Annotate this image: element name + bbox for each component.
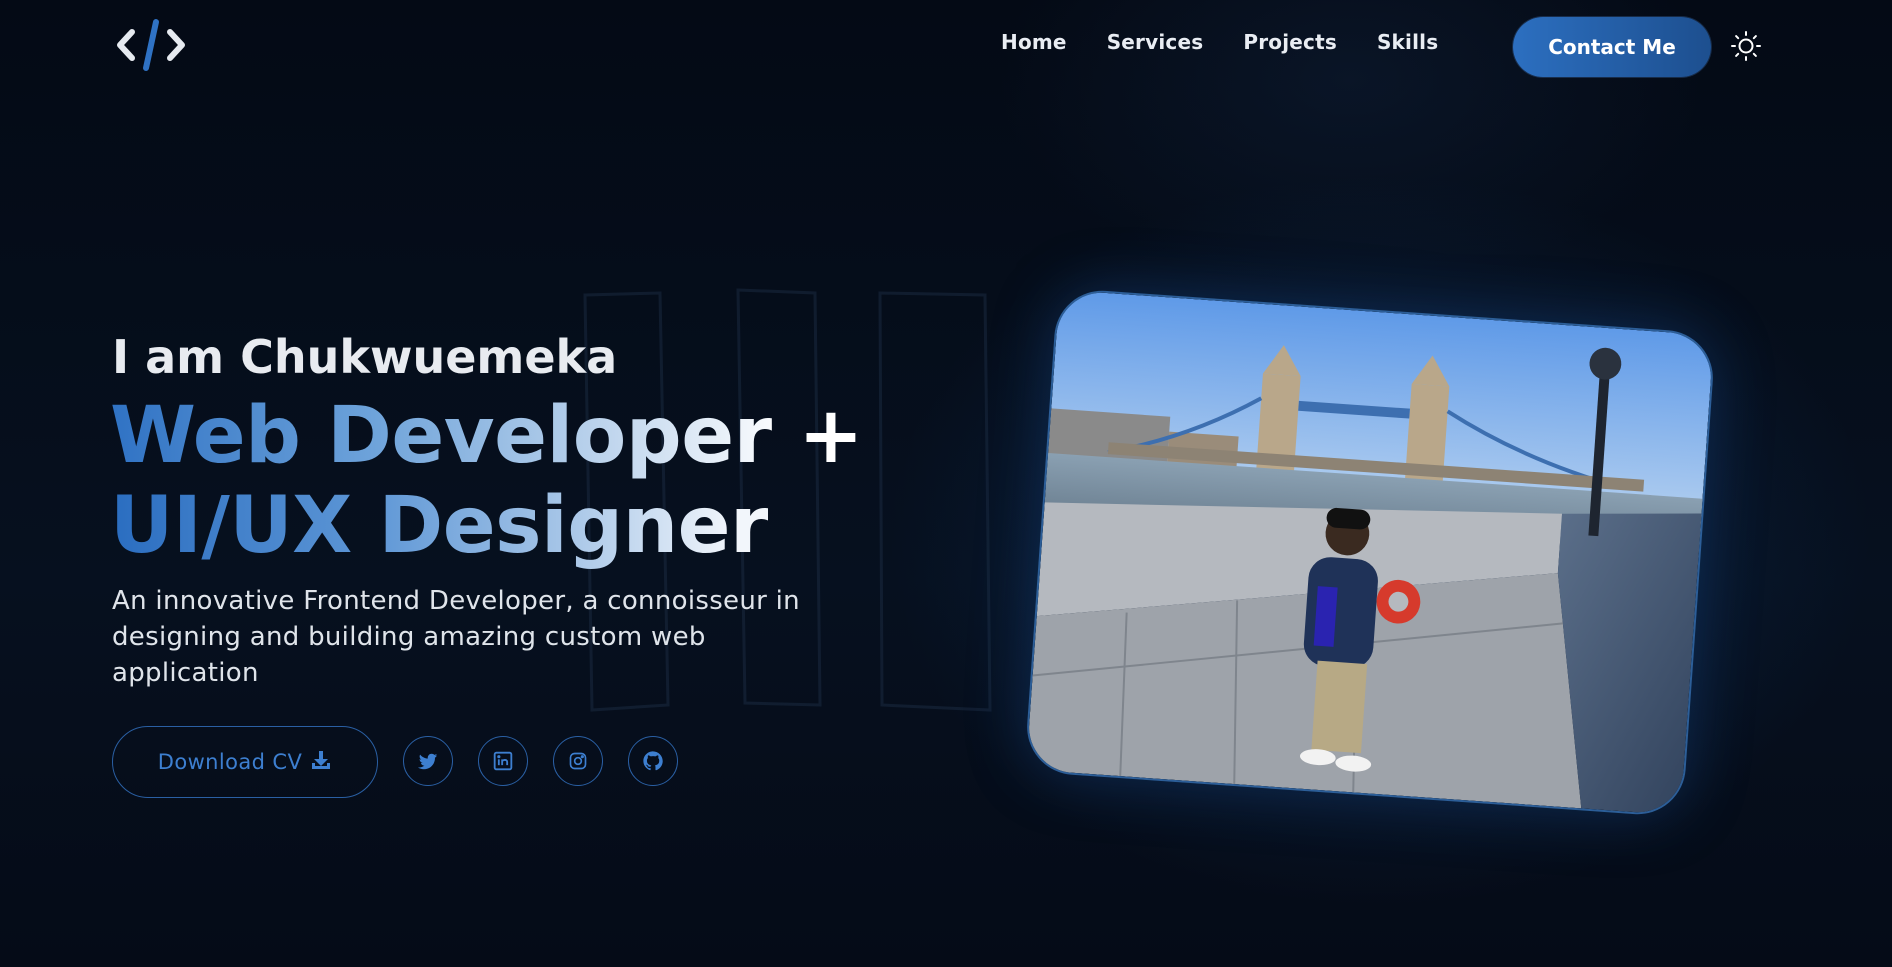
twitter-icon[interactable] [403,736,453,786]
greeting-heading: I am Chukwuemeka [112,330,618,384]
download-cv-button[interactable]: Download CV [112,726,378,798]
main-nav: Home Services Projects Skills [1001,30,1438,54]
github-icon[interactable] [628,736,678,786]
linkedin-icon[interactable] [478,736,528,786]
sun-icon[interactable] [1730,30,1762,62]
nav-home[interactable]: Home [1001,30,1067,54]
instagram-icon[interactable] [553,736,603,786]
headline-line-2: UI/UX Designer [110,481,769,571]
nav-services[interactable]: Services [1107,30,1204,54]
hero-description: An innovative Frontend Developer, a conn… [112,586,800,688]
contact-button[interactable]: Contact Me [1513,17,1711,77]
code-brackets-icon[interactable] [112,18,188,72]
profile-photo [1023,287,1717,818]
download-icon [310,749,332,776]
nav-skills[interactable]: Skills [1377,30,1438,54]
headline-line-1: Web Developer + [110,391,864,481]
nav-projects[interactable]: Projects [1243,30,1337,54]
portfolio-page: Home Services Projects Skills Contact Me… [0,0,1892,967]
download-cv-label: Download CV [157,750,303,774]
